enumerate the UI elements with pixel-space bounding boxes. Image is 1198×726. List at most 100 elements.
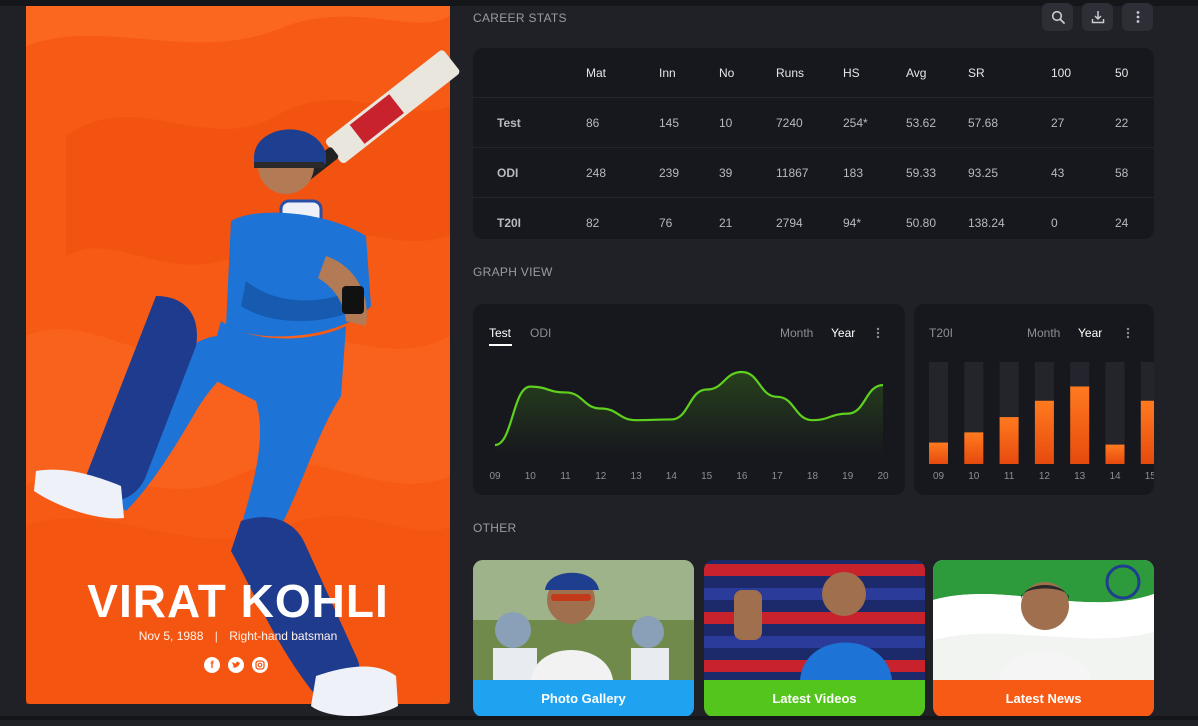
- other-title: OTHER: [473, 521, 517, 535]
- career-stats-table-card: Mat Inn No Runs HS Avg SR 100 50 Test 86…: [473, 48, 1154, 247]
- table-cell: 11867: [775, 147, 842, 198]
- column-header[interactable]: Runs: [775, 48, 842, 98]
- table-cell: 57.68: [967, 97, 1050, 148]
- line-area: [495, 372, 883, 454]
- career-stats-table: Mat Inn No Runs HS Avg SR 100 50 Test 86…: [473, 48, 1154, 247]
- search-button[interactable]: [1042, 3, 1073, 31]
- search-icon: [1051, 10, 1065, 24]
- bar[interactable]: [1140, 400, 1154, 464]
- more-button[interactable]: [1122, 3, 1153, 31]
- x-tick-label: 11: [560, 471, 571, 482]
- photo-gallery-image: [473, 560, 694, 680]
- window-bottom-edge: [0, 716, 1198, 720]
- table-cell: 27: [1050, 97, 1114, 148]
- table-cell: 59.33: [905, 147, 967, 198]
- x-tick-label: 15: [701, 471, 713, 482]
- meta-separator: |: [214, 629, 218, 643]
- table-cell: 76: [658, 197, 718, 247]
- table-row: ODI 248 239 39 11867 183 59.33 93.25 43 …: [473, 147, 1154, 198]
- table-cell: 24: [1114, 197, 1154, 247]
- x-tick-label: 10: [525, 471, 537, 482]
- format-label: ODI: [473, 147, 585, 198]
- bar[interactable]: [1105, 444, 1125, 464]
- bar[interactable]: [999, 417, 1019, 464]
- table-cell: 183: [842, 147, 905, 198]
- facebook-icon[interactable]: f: [204, 657, 220, 673]
- x-tick-label: 16: [736, 471, 748, 482]
- social-links: f: [204, 657, 274, 673]
- player-hero-card: VIRAT KOHLI Nov 5, 1988 | Right-hand bat…: [26, 6, 460, 717]
- twitter-icon[interactable]: [228, 657, 244, 673]
- x-tick-label: 13: [1074, 471, 1086, 482]
- table-cell: 21: [718, 197, 775, 247]
- graph-view-title: GRAPH VIEW: [473, 265, 553, 279]
- x-tick-label: 11: [1004, 471, 1015, 482]
- table-cell: 145: [658, 97, 718, 148]
- line-chart-card: Test ODI Month Year 09 10 11 12 13 14 15 16 17 18…: [473, 304, 905, 495]
- table-cell: 93.25: [967, 147, 1050, 198]
- latest-news-card[interactable]: Latest News: [933, 560, 1154, 717]
- format-label: T20I: [473, 197, 585, 247]
- column-header[interactable]: 50: [1114, 48, 1154, 98]
- instagram-icon[interactable]: [252, 657, 268, 673]
- table-cell: 254*: [842, 97, 905, 148]
- latest-news-image: [933, 560, 1154, 680]
- photo-gallery-card[interactable]: Photo Gallery: [473, 560, 694, 717]
- column-header[interactable]: HS: [842, 48, 905, 98]
- download-button[interactable]: [1082, 3, 1113, 31]
- table-cell: 43: [1050, 147, 1114, 198]
- column-header[interactable]: Mat: [585, 48, 658, 98]
- player-dob: Nov 5, 1988: [138, 629, 204, 643]
- x-tick-label: 19: [842, 471, 854, 482]
- format-label: Test: [473, 97, 585, 148]
- table-row: Test 86 145 10 7240 254* 53.62 57.68 27 …: [473, 97, 1154, 148]
- x-tick-label: 15: [1145, 471, 1154, 482]
- player-role: Right-hand batsman: [229, 629, 338, 643]
- column-header[interactable]: SR: [967, 48, 1050, 98]
- column-header[interactable]: No: [718, 48, 775, 98]
- career-line-chart: 09 10 11 12 13 14 15 16 17 18 19 20: [489, 370, 889, 482]
- table-cell: 138.24: [967, 197, 1050, 247]
- column-header[interactable]: 100: [1050, 48, 1114, 98]
- table-cell: 2794: [775, 197, 842, 247]
- table-cell: 10: [718, 97, 775, 148]
- x-tick-label: 18: [807, 471, 819, 482]
- photo-gallery-label: Photo Gallery: [473, 680, 694, 717]
- table-cell: 22: [1114, 97, 1154, 148]
- x-tick-label: 14: [1109, 471, 1121, 482]
- table-row: T20I 82 76 21 2794 94* 50.80 138.24 0 24: [473, 197, 1154, 247]
- bar[interactable]: [964, 432, 984, 464]
- x-tick-label: 14: [666, 471, 678, 482]
- career-stats-title: CAREER STATS: [473, 11, 567, 25]
- table-cell: 50.80: [905, 197, 967, 247]
- column-header[interactable]: Inn: [658, 48, 718, 98]
- table-cell: 53.62: [905, 97, 967, 148]
- bar-chart-card: T20I Month Year 09 10 11 12 13 14 15: [914, 304, 1154, 495]
- bar[interactable]: [1034, 400, 1054, 464]
- table-cell: 7240: [775, 97, 842, 148]
- table-header-row: Mat Inn No Runs HS Avg SR 100 50: [473, 48, 1154, 98]
- latest-videos-image: [704, 560, 925, 680]
- column-header: [473, 48, 585, 98]
- table-cell: 82: [585, 197, 658, 247]
- bar[interactable]: [1070, 386, 1090, 464]
- player-name: VIRAT KOHLI: [87, 575, 389, 627]
- column-header[interactable]: Avg: [905, 48, 967, 98]
- x-tick-label: 20: [877, 471, 889, 482]
- table-cell: 86: [585, 97, 658, 148]
- bar[interactable]: [929, 442, 948, 464]
- table-cell: 58: [1114, 147, 1154, 198]
- download-icon: [1091, 11, 1104, 24]
- x-tick-label: 12: [595, 471, 607, 482]
- x-tick-label: 09: [933, 471, 945, 482]
- more-icon: [1136, 11, 1139, 23]
- player-meta: Nov 5, 1988 | Right-hand batsman: [26, 629, 450, 643]
- x-tick-label: 12: [1039, 471, 1051, 482]
- latest-news-label: Latest News: [933, 680, 1154, 717]
- table-cell: 0: [1050, 197, 1114, 247]
- x-tick-label: 09: [489, 471, 501, 482]
- x-tick-label: 10: [968, 471, 980, 482]
- table-cell: 39: [718, 147, 775, 198]
- x-tick-label: 13: [631, 471, 643, 482]
- latest-videos-card[interactable]: Latest Videos: [704, 560, 925, 717]
